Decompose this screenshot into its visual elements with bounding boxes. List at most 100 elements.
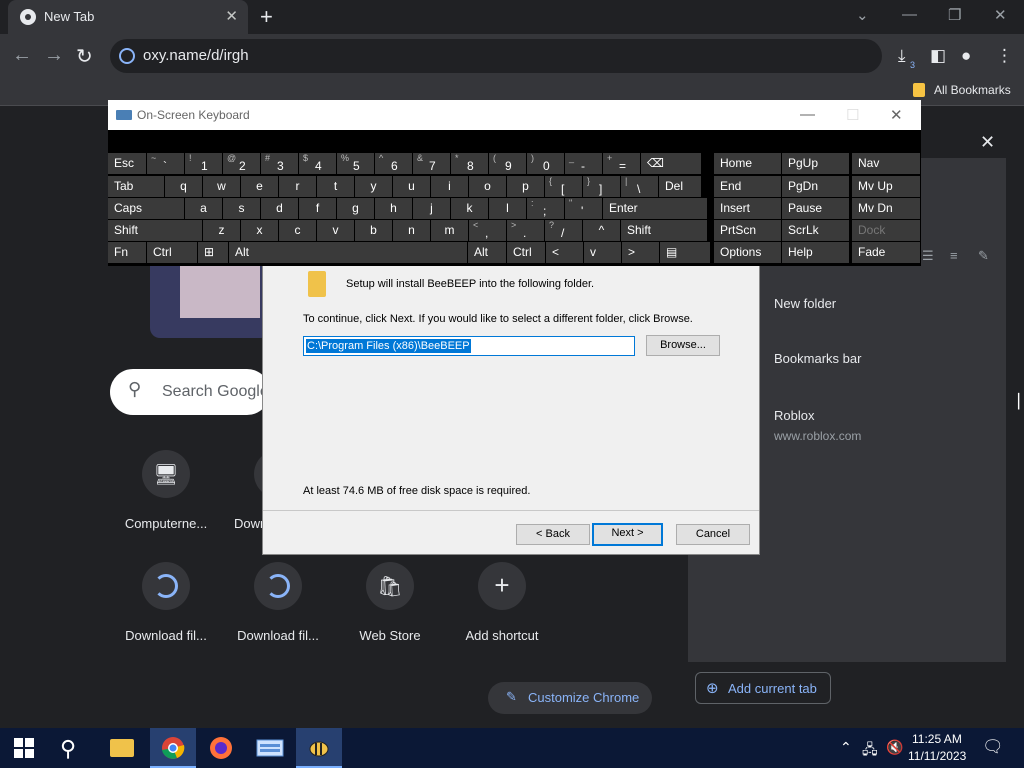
shortcut-tile[interactable]: Down bbox=[228, 450, 264, 531]
osk-key[interactable]: & 7 bbox=[413, 153, 450, 174]
osk-key[interactable]: " ' bbox=[565, 198, 602, 219]
osk-maximize-button[interactable]: ☐ bbox=[846, 106, 859, 124]
osk-key[interactable]: Caps bbox=[108, 198, 184, 219]
osk-nav-key[interactable]: PgDn bbox=[782, 176, 849, 197]
osk-key[interactable]: $4 bbox=[299, 153, 336, 174]
osk-key[interactable]: #3 bbox=[261, 153, 298, 174]
osk-key[interactable]: f bbox=[299, 198, 336, 219]
beebeep-taskbar-button[interactable] bbox=[296, 728, 342, 768]
chrome-taskbar-button[interactable] bbox=[150, 728, 196, 768]
menu-icon[interactable]: ⋮ bbox=[996, 46, 1013, 66]
osk-key[interactable]: _ - bbox=[565, 153, 602, 174]
clock-date[interactable]: 11/11/2023 bbox=[908, 749, 966, 763]
sort-icon[interactable]: ☰ bbox=[922, 248, 934, 264]
osk-nav-key[interactable]: Fade bbox=[852, 242, 920, 263]
side-panel-icon[interactable]: ◧ bbox=[930, 46, 946, 66]
osk-key[interactable]: e bbox=[241, 176, 278, 197]
osk-key[interactable]: j bbox=[413, 198, 450, 219]
osk-key[interactable]: {[ bbox=[545, 176, 582, 197]
volume-muted-icon[interactable]: 🔇 bbox=[886, 739, 903, 756]
osk-key[interactable]: v bbox=[584, 242, 621, 263]
restore-button[interactable]: ❐ bbox=[948, 6, 961, 24]
downloads-icon[interactable]: ⤓ bbox=[898, 46, 906, 66]
osk-nav-key[interactable]: Help bbox=[782, 242, 849, 263]
osk-key[interactable]: > bbox=[622, 242, 659, 263]
osk-key[interactable]: @2 bbox=[223, 153, 260, 174]
osk-key[interactable]: Ctrl bbox=[147, 242, 197, 263]
osk-key[interactable]: Del bbox=[659, 176, 701, 197]
osk-key[interactable]: Ctrl bbox=[507, 242, 545, 263]
osk-key[interactable]: w bbox=[203, 176, 240, 197]
osk-key[interactable]: Enter bbox=[603, 198, 707, 219]
close-side-panel-icon[interactable]: ✕ bbox=[980, 132, 995, 153]
osk-key[interactable]: Shift bbox=[621, 220, 707, 241]
osk-nav-key[interactable]: Options bbox=[714, 242, 781, 263]
search-icon[interactable]: ⚲ bbox=[60, 736, 84, 761]
osk-key[interactable]: r bbox=[279, 176, 316, 197]
shortcut-tile[interactable]: Download fil... bbox=[116, 562, 216, 643]
firefox-icon[interactable] bbox=[209, 736, 233, 760]
site-info-icon[interactable] bbox=[119, 48, 135, 64]
osk-nav-key[interactable]: Home bbox=[714, 153, 781, 174]
search-box[interactable]: ⚲ Search Google bbox=[110, 369, 270, 415]
osk-nav-key[interactable]: Mv Dn bbox=[852, 198, 920, 219]
osk-key[interactable]: d bbox=[261, 198, 298, 219]
tab-search-icon[interactable]: ⌄ bbox=[856, 6, 869, 24]
osk-key[interactable]: Shift bbox=[108, 220, 202, 241]
osk-key[interactable]: % 5 bbox=[337, 153, 374, 174]
osk-key[interactable]: ? / bbox=[545, 220, 582, 241]
add-current-tab-button[interactable]: ⊕ Add current tab bbox=[695, 672, 831, 704]
osk-key[interactable]: n bbox=[393, 220, 430, 241]
osk-key[interactable]: ⌫ bbox=[641, 153, 701, 174]
osk-key[interactable]: ▤ bbox=[660, 242, 710, 263]
list-view-icon[interactable]: ≡ bbox=[950, 248, 958, 263]
back-button[interactable]: < Back bbox=[516, 524, 590, 545]
osk-key[interactable]: ) 0 bbox=[527, 153, 564, 174]
cancel-button[interactable]: Cancel bbox=[676, 524, 750, 545]
osk-key[interactable]: | \ bbox=[621, 176, 658, 197]
osk-key[interactable]: * 8 bbox=[451, 153, 488, 174]
osk-key[interactable]: v bbox=[317, 220, 354, 241]
osk-key[interactable]: g bbox=[337, 198, 374, 219]
forward-button[interactable]: → bbox=[44, 44, 64, 67]
osk-key[interactable]: b bbox=[355, 220, 392, 241]
show-hidden-icons-icon[interactable]: ⌃ bbox=[840, 739, 852, 756]
osk-key[interactable]: ^ 6 bbox=[375, 153, 412, 174]
osk-key[interactable]: :; bbox=[527, 198, 564, 219]
osk-key[interactable]: x bbox=[241, 220, 278, 241]
osk-nav-key[interactable]: ScrLk bbox=[782, 220, 849, 241]
tab-new-tab[interactable]: New Tab ✕ bbox=[8, 0, 248, 34]
network-icon[interactable]: 🖧 bbox=[862, 739, 878, 763]
osk-key[interactable]: Alt bbox=[229, 242, 467, 263]
osk-key[interactable]: k bbox=[451, 198, 488, 219]
osk-nav-key[interactable]: Nav bbox=[852, 153, 920, 174]
osk-key[interactable]: t bbox=[317, 176, 354, 197]
osk-nav-key[interactable]: End bbox=[714, 176, 781, 197]
customize-chrome-button[interactable]: ✎ Customize Chrome bbox=[488, 682, 652, 714]
minimize-button[interactable]: — bbox=[902, 6, 917, 23]
osk-key[interactable]: i bbox=[431, 176, 468, 197]
osk-key[interactable]: (9 bbox=[489, 153, 526, 174]
osk-key[interactable]: l bbox=[489, 198, 526, 219]
osk-key[interactable]: o bbox=[469, 176, 506, 197]
osk-close-button[interactable]: ✕ bbox=[890, 106, 903, 124]
osk-key[interactable]: q bbox=[165, 176, 202, 197]
osk-key[interactable]: u bbox=[393, 176, 430, 197]
next-button[interactable]: Next > bbox=[592, 523, 663, 546]
osk-key[interactable]: z bbox=[203, 220, 240, 241]
add-shortcut-tile[interactable]: + Add shortcut bbox=[452, 562, 552, 643]
osk-key[interactable]: m bbox=[431, 220, 468, 241]
bookmark-item[interactable]: New folder bbox=[774, 296, 836, 311]
reload-button[interactable]: ↻ bbox=[76, 44, 93, 69]
close-window-button[interactable]: ✕ bbox=[994, 6, 1007, 24]
notifications-icon[interactable]: 🗨 bbox=[982, 737, 1004, 757]
new-tab-button[interactable]: + bbox=[260, 4, 273, 30]
address-bar[interactable]: oxy.name/d/irgh bbox=[110, 39, 882, 73]
osk-key[interactable]: y bbox=[355, 176, 392, 197]
shortcut-tile[interactable]: 🛍 Web Store bbox=[340, 562, 440, 643]
osk-key[interactable]: p bbox=[507, 176, 544, 197]
edit-icon[interactable]: ✎ bbox=[978, 248, 989, 264]
close-tab-icon[interactable]: ✕ bbox=[225, 7, 238, 25]
osk-key[interactable]: >. bbox=[507, 220, 544, 241]
osk-key[interactable]: ! 1 bbox=[185, 153, 222, 174]
